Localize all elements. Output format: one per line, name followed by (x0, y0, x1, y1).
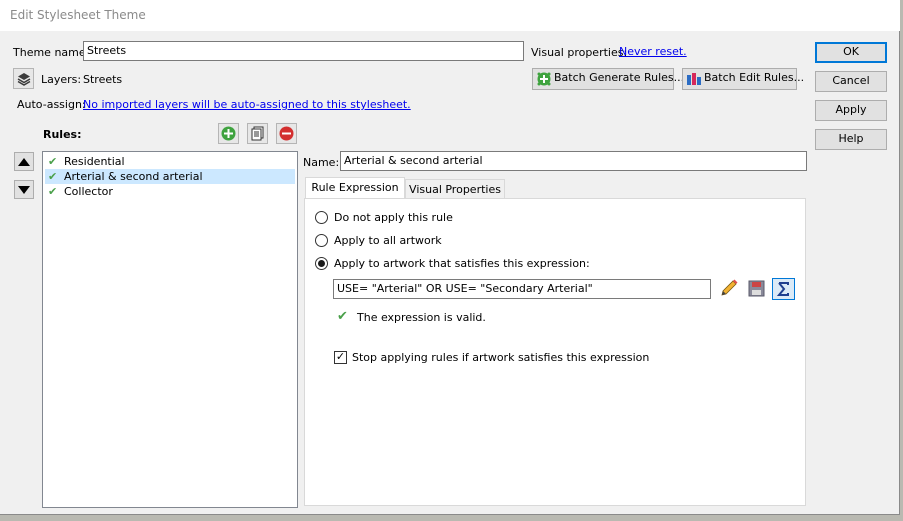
radio-do-not-apply[interactable] (315, 211, 328, 224)
list-item[interactable]: ✔ Collector (45, 184, 295, 199)
never-reset-link[interactable]: Never reset. (619, 45, 687, 58)
check-icon: ✔ (48, 170, 58, 183)
expression-input[interactable]: USE= "Arterial" OR USE= "Secondary Arter… (333, 279, 711, 299)
add-icon (218, 123, 239, 144)
valid-check-icon: ✔ (337, 308, 348, 323)
auto-assign-link[interactable]: No imported layers will be auto-assigned… (83, 98, 411, 111)
radio-apply-all-label: Apply to all artwork (334, 234, 442, 247)
radio-apply-expression-label: Apply to artwork that satisfies this exp… (334, 257, 590, 270)
layers-icon (17, 72, 30, 86)
visual-properties-label: Visual properties: (531, 46, 628, 59)
add-rule-button[interactable] (218, 123, 239, 144)
expression-builder-button[interactable] (772, 278, 795, 300)
save-expression-button[interactable] (745, 278, 768, 300)
rules-label: Rules: (43, 128, 82, 141)
rules-list[interactable]: ✔ Residential ✔ Arterial & second arterial… (42, 151, 298, 508)
apply-button[interactable]: Apply (815, 100, 887, 121)
stop-applying-label: Stop applying rules if artwork satisfies… (352, 351, 650, 364)
sigma-icon (776, 282, 789, 296)
radio-apply-expression[interactable] (315, 257, 328, 270)
remove-icon (276, 123, 297, 144)
expression-valid-message: The expression is valid. (357, 311, 486, 324)
disk-icon (748, 280, 765, 297)
rule-name-label: Name: (303, 156, 340, 169)
cancel-button[interactable]: Cancel (815, 71, 887, 92)
window-title: Edit Stylesheet Theme (10, 8, 146, 22)
check-icon: ✔ (48, 155, 58, 168)
title-bar: Edit Stylesheet Theme (0, 0, 900, 31)
arrow-up-icon (18, 157, 30, 166)
rule-name-input[interactable]: Arterial & second arterial (340, 151, 807, 171)
copy-document-icon (247, 123, 268, 144)
arrow-down-icon (18, 185, 30, 194)
edit-expression-button[interactable] (717, 278, 740, 300)
rule-label: Collector (64, 185, 113, 198)
ok-button[interactable]: OK (815, 42, 887, 63)
batch-edit-label: Batch Edit Rules... (704, 71, 805, 84)
stop-applying-checkbox[interactable]: ✓ (334, 351, 347, 364)
radio-apply-all[interactable] (315, 234, 328, 247)
copy-rule-button[interactable] (247, 123, 268, 144)
layers-label: Layers: (41, 73, 82, 86)
list-item[interactable]: ✔ Arterial & second arterial (45, 169, 295, 184)
batch-generate-icon (537, 72, 551, 86)
check-icon: ✔ (48, 185, 58, 198)
radio-do-not-apply-label: Do not apply this rule (334, 211, 453, 224)
batch-edit-rules-button[interactable]: Batch Edit Rules... (682, 68, 804, 90)
rule-label: Residential (64, 155, 125, 168)
move-rule-down-button[interactable] (14, 180, 34, 199)
theme-name-input[interactable]: Streets (83, 41, 524, 61)
auto-assign-label: Auto-assign: (17, 98, 86, 111)
edit-stylesheet-dialog: Edit Stylesheet Theme Theme name: Street… (0, 0, 900, 515)
help-button[interactable]: Help (815, 129, 887, 150)
tab-rule-expression[interactable]: Rule Expression (305, 177, 405, 199)
delete-rule-button[interactable] (276, 123, 297, 144)
rule-expression-panel: Do not apply this rule Apply to all artw… (304, 198, 806, 506)
rule-label: Arterial & second arterial (64, 170, 203, 183)
layers-value: Streets (83, 73, 123, 86)
layers-button[interactable] (13, 68, 34, 89)
list-item[interactable]: ✔ Residential (45, 154, 295, 169)
batch-generate-label: Batch Generate Rules... (554, 71, 685, 84)
theme-name-label: Theme name: (13, 46, 90, 59)
batch-generate-rules-button[interactable]: Batch Generate Rules... (532, 68, 684, 90)
tab-visual-properties[interactable]: Visual Properties (405, 179, 505, 199)
batch-edit-icon (687, 73, 701, 85)
move-rule-up-button[interactable] (14, 152, 34, 171)
pencil-icon (721, 279, 738, 296)
